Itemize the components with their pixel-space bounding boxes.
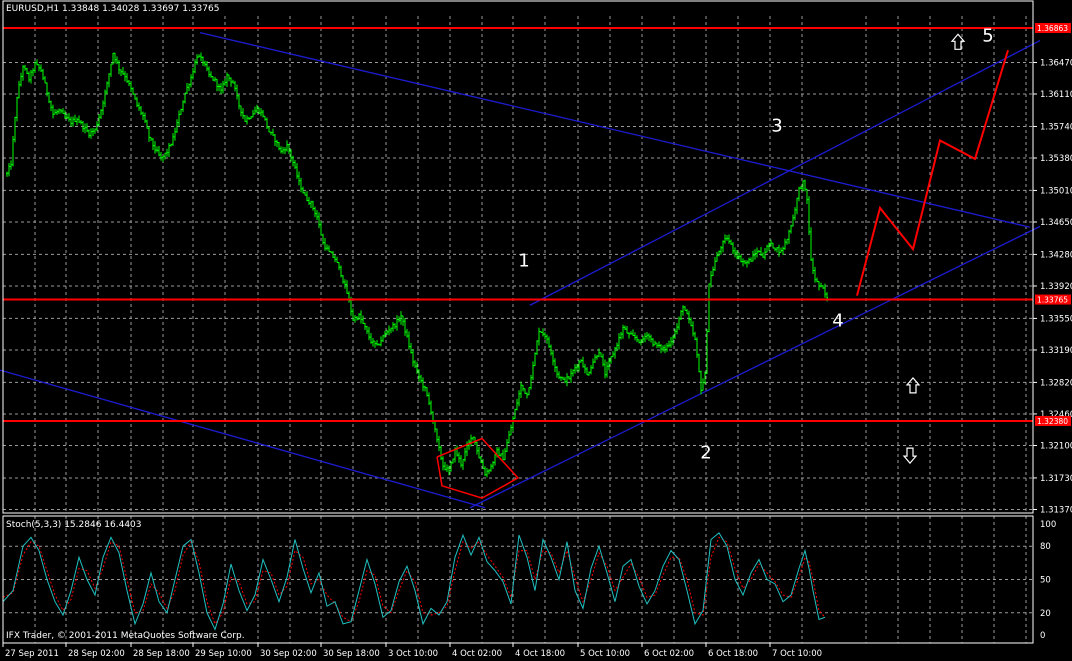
wave-label-1: 1	[518, 251, 529, 272]
price-tick-label: 1.32820	[1040, 378, 1072, 388]
time-tick-label: 29 Sep 10:00	[195, 649, 252, 659]
stoch-tick-label: 20	[1040, 609, 1051, 619]
wave-label-5: 5	[982, 25, 993, 46]
level-price-tag-label: 1.32380	[1037, 417, 1068, 426]
level-price-tag-label: 1.33765	[1037, 296, 1068, 305]
stoch-tick-label: 0	[1040, 631, 1045, 641]
price-tick-label: 1.33190	[1040, 346, 1072, 356]
stoch-values: 15.2846 16.4403	[64, 520, 142, 530]
ohlc-values: 1.33848 1.34028 1.33697 1.33765	[62, 4, 220, 14]
stoch-tick-label: 100	[1040, 520, 1056, 530]
time-tick-label: 28 Sep 18:00	[133, 649, 190, 659]
price-tick-label: 1.35010	[1040, 186, 1072, 196]
price-tick-label: 1.31730	[1040, 474, 1072, 484]
price-tick-label: 1.34280	[1040, 250, 1072, 260]
price-tick-label: 1.35740	[1040, 122, 1072, 132]
price-tick-label: 1.36110	[1040, 90, 1072, 100]
price-tick-label: 1.36470	[1040, 58, 1072, 68]
price-tick-label: 1.32100	[1040, 442, 1072, 452]
price-tick-label: 1.34650	[1040, 218, 1072, 228]
time-tick-label: 28 Sep 02:00	[68, 649, 125, 659]
level-price-tag-label: 1.36863	[1037, 24, 1068, 33]
time-tick-label: 4 Oct 02:00	[452, 649, 502, 659]
stoch-tick-label: 50	[1040, 576, 1051, 586]
time-tick-label: 30 Sep 02:00	[260, 649, 317, 659]
price-tick-label: 1.31370	[1040, 505, 1072, 515]
stoch-name: Stoch(5,3,3)	[6, 520, 62, 530]
time-tick-label: 3 Oct 10:00	[388, 649, 438, 659]
stoch-header: Stoch(5,3,3) 15.2846 16.4403	[6, 520, 142, 530]
time-tick-label: 6 Oct 18:00	[708, 649, 758, 659]
symbol-label: EURUSD,H1	[6, 4, 60, 14]
wave-label-4: 4	[832, 310, 843, 331]
wave-label-3: 3	[771, 116, 782, 137]
time-tick-label: 5 Oct 10:00	[580, 649, 630, 659]
stoch-tick-label: 80	[1040, 542, 1051, 552]
time-tick-label: 4 Oct 18:00	[515, 649, 565, 659]
time-tick-label: 27 Sep 2011	[5, 649, 59, 659]
price-tick-label: 1.33550	[1040, 314, 1072, 324]
price-tick-label: 1.35380	[1040, 154, 1072, 164]
time-tick-label: 30 Sep 18:00	[323, 649, 380, 659]
time-tick-label: 7 Oct 10:00	[772, 649, 822, 659]
time-tick-label: 6 Oct 02:00	[644, 649, 694, 659]
chart-canvas[interactable]: 1.36470 1.36110 1.35740 1.35380 1.35010 1.346…	[0, 0, 1072, 661]
price-tick-label: 1.33920	[1040, 282, 1072, 292]
copyright-notice: IFX Trader, © 2001-2011 MetaQuotes Softw…	[6, 631, 245, 641]
wave-label-2: 2	[700, 443, 711, 464]
chart-header: EURUSD,H1 1.33848 1.34028 1.33697 1.3376…	[6, 4, 219, 14]
